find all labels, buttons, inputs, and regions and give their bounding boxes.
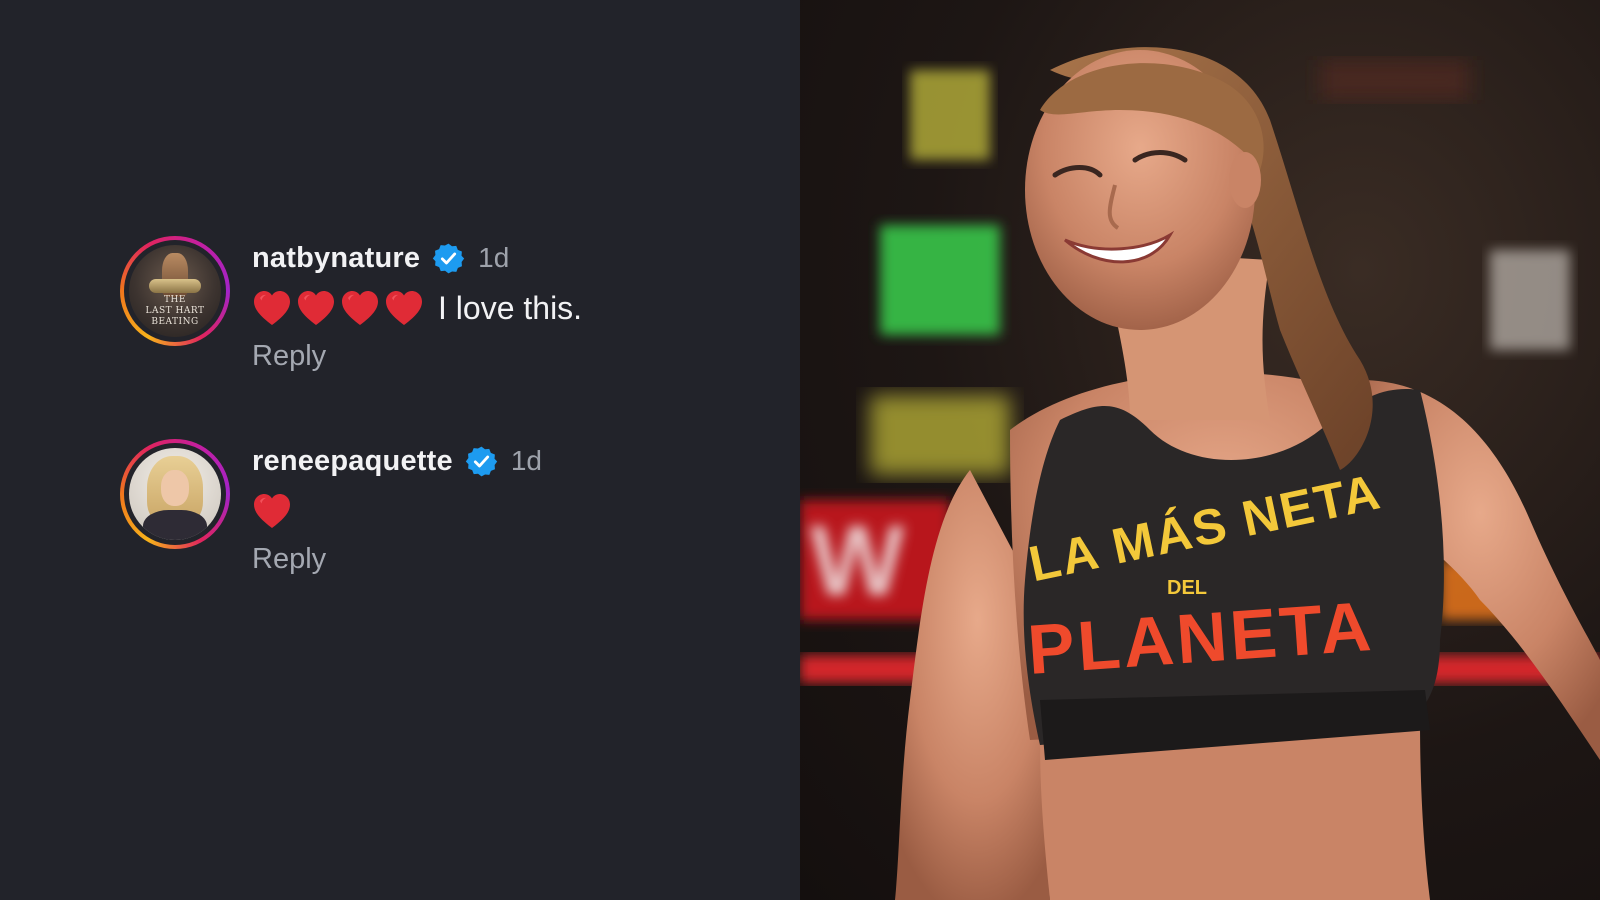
svg-text:W: W [810, 505, 905, 617]
comment-item: reneepaquette 1d Reply [120, 439, 542, 576]
verified-badge-icon [432, 243, 465, 273]
comment-body: reneepaquette 1d Reply [252, 439, 542, 576]
heart-emoji-icon [342, 291, 378, 325]
avatar-story-ring[interactable] [120, 439, 230, 549]
reply-button[interactable]: Reply [252, 340, 582, 373]
avatar-story-ring[interactable]: THE LAST HART BEATING [120, 236, 230, 346]
comment-text [252, 485, 542, 537]
heart-emoji-icon [254, 494, 290, 528]
timestamp: 1d [510, 445, 542, 476]
comment-body: natbynature 1d I love this. Reply [252, 236, 582, 373]
comment-message: I love this. [438, 289, 583, 326]
comment-header: reneepaquette 1d [252, 443, 542, 479]
comments-panel: THE LAST HART BEATING natbynature 1d I l… [0, 0, 800, 900]
timestamp: 1d [478, 242, 510, 273]
verified-badge-icon [465, 446, 498, 476]
wrestler-photo: W LA MÁS NETA DEL PLANETA [800, 0, 1600, 900]
reply-button[interactable]: Reply [252, 543, 542, 576]
avatar: THE LAST HART BEATING [129, 245, 221, 337]
heart-emoji-icon [386, 291, 422, 325]
username[interactable]: reneepaquette [252, 445, 453, 478]
comment-item: THE LAST HART BEATING natbynature 1d I l… [120, 236, 582, 373]
photo-illustration: W [800, 47, 1600, 900]
heart-emoji-icon [298, 291, 334, 325]
page: THE LAST HART BEATING natbynature 1d I l… [0, 0, 1600, 900]
comment-text: I love this. [252, 282, 582, 334]
comment-header: natbynature 1d [252, 240, 582, 276]
avatar-book-title: THE LAST HART BEATING [145, 295, 205, 327]
avatar [129, 448, 221, 540]
shirt-text-del: DEL [1167, 577, 1207, 599]
heart-emoji-icon [254, 291, 290, 325]
username[interactable]: natbynature [252, 242, 420, 275]
